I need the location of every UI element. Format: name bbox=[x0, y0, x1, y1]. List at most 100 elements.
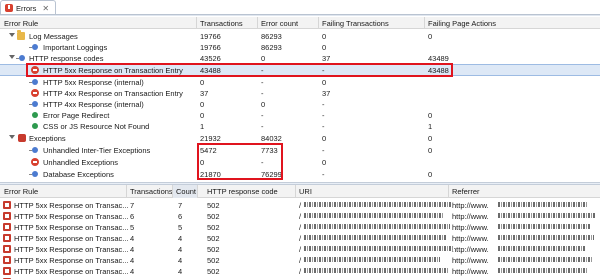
tree-label: HTTP 4xx Response on Transaction Entry bbox=[43, 89, 183, 98]
col-error-rule[interactable]: Error Rule bbox=[4, 19, 38, 28]
table-row[interactable]: HTTP 5xx Response on Transac...44502/htt… bbox=[0, 232, 600, 243]
table-row[interactable]: HTTP 5xx Response on Transac... 7 7 502/htt… bbox=[0, 199, 600, 210]
tree-label: Exceptions bbox=[29, 134, 66, 143]
rule-icon bbox=[29, 44, 38, 50]
ok-icon bbox=[32, 112, 38, 118]
cell-failing-transactions: 0 bbox=[322, 43, 327, 52]
expand-toggle-icon[interactable] bbox=[9, 135, 15, 139]
col-failing-page-actions[interactable]: Failing Page Actions bbox=[428, 19, 496, 28]
cell-http-response-code: 502 bbox=[207, 212, 220, 221]
column-divider[interactable] bbox=[448, 185, 449, 198]
col-transactions[interactable]: Transactions bbox=[130, 187, 173, 196]
expand-toggle-icon[interactable] bbox=[9, 33, 15, 37]
redacted-referrer bbox=[498, 224, 590, 229]
table-row[interactable]: HTTP 5xx Response on Transac...44502/htt… bbox=[0, 243, 600, 254]
errors-view-tab[interactable]: Errors ✕ bbox=[0, 0, 56, 15]
cell-failing-transactions: 0 bbox=[322, 134, 327, 143]
tree-row-database-exceptions[interactable]: Database Exceptions 21870 76299 - 0 bbox=[0, 169, 600, 179]
cell-transactions: 19766 bbox=[200, 43, 221, 52]
table-row[interactable]: HTTP 5xx Response on Transac...44502/htt… bbox=[0, 265, 600, 276]
tree-row-http-response-codes[interactable]: HTTP response codes 43526 0 37 43489 bbox=[0, 53, 600, 63]
redacted-referrer bbox=[498, 246, 586, 251]
col-http-response-code[interactable]: HTTP response code bbox=[207, 187, 278, 196]
column-divider[interactable] bbox=[295, 185, 296, 198]
tree-row-error-page-redirect[interactable]: Error Page Redirect 0 - - 0 bbox=[0, 110, 600, 120]
close-tab-icon[interactable]: ✕ bbox=[42, 4, 49, 13]
column-divider[interactable] bbox=[126, 185, 127, 198]
rule-icon bbox=[29, 147, 38, 153]
cell-referrer: http://www. bbox=[452, 245, 489, 254]
cell-failing-transactions: - bbox=[322, 122, 325, 131]
redacted-referrer bbox=[498, 202, 588, 207]
table-row[interactable]: HTTP 5xx Response on Transac... 6 6 502/htt… bbox=[0, 210, 600, 221]
cell-failing-page-actions: 0 bbox=[428, 32, 433, 41]
tree-row-exceptions[interactable]: Exceptions 21932 84032 0 0 bbox=[0, 133, 600, 143]
cell-http-response-code: 502 bbox=[207, 256, 220, 265]
cell-failing-transactions: 0 bbox=[322, 158, 327, 167]
cell-error-rule: HTTP 5xx Response on Transac... bbox=[14, 212, 129, 221]
tree-label: HTTP 5xx Response (internal) bbox=[43, 78, 144, 87]
cell-count: 6 bbox=[178, 212, 183, 221]
col-count[interactable]: Count bbox=[176, 187, 196, 196]
table-row[interactable]: HTTP 5xx Response on Transac...44502/htt… bbox=[0, 254, 600, 265]
tree-label: HTTP response codes bbox=[29, 54, 104, 63]
cell-http-response-code: 502 bbox=[207, 201, 220, 210]
cell-uri: / bbox=[299, 201, 302, 210]
cell-http-response-code: 502 bbox=[207, 267, 220, 276]
column-divider[interactable] bbox=[424, 17, 425, 29]
error-icon bbox=[3, 201, 11, 209]
cell-http-response-code: 502 bbox=[207, 234, 220, 243]
cell-http-response-code: 502 bbox=[207, 223, 220, 232]
col-transactions[interactable]: Transactions bbox=[200, 19, 243, 28]
cell-failing-page-actions: 0 bbox=[428, 170, 433, 179]
ok-icon bbox=[32, 123, 38, 129]
cell-count: 4 bbox=[178, 267, 183, 276]
col-error-count[interactable]: Error count bbox=[261, 19, 298, 28]
cell-error-rule: HTTP 5xx Response on Transac... bbox=[14, 223, 129, 232]
tree-row-log-messages[interactable]: Log Messages 19766 86293 0 0 bbox=[0, 30, 600, 41]
tree-row-css-js-not-found[interactable]: CSS or JS Resource Not Found 1 - - 1 bbox=[0, 121, 600, 131]
tree-row-unhandled-exceptions[interactable]: Unhandled Exceptions 0 - 0 bbox=[0, 157, 600, 167]
col-error-rule[interactable]: Error Rule bbox=[4, 187, 38, 196]
folder-icon bbox=[17, 30, 25, 40]
error-icon bbox=[31, 158, 39, 166]
errors-tab-icon bbox=[5, 4, 13, 12]
cell-uri: / bbox=[299, 267, 302, 276]
highlight-box-5xx-row bbox=[26, 63, 453, 77]
cell-failing-transactions: 37 bbox=[322, 89, 331, 98]
cell-error-rule: HTTP 5xx Response on Transac... bbox=[14, 234, 129, 243]
tree-row-unhandled-inter-tier[interactable]: Unhandled Inter-Tier Exceptions 5472 773… bbox=[0, 145, 600, 155]
cell-transactions: 0 bbox=[200, 100, 205, 109]
cell-failing-page-actions: 1 bbox=[428, 122, 433, 131]
col-uri[interactable]: URI bbox=[299, 187, 312, 196]
tree-row-http-4xx-internal[interactable]: HTTP 4xx Response (internal) 0 0 - bbox=[0, 99, 600, 109]
tree-row-http-4xx-entry[interactable]: HTTP 4xx Response on Transaction Entry 3… bbox=[0, 88, 600, 98]
cell-error-count: 0 bbox=[261, 100, 266, 109]
error-icon bbox=[3, 234, 11, 242]
error-icon bbox=[3, 256, 11, 264]
cell-transactions: 21932 bbox=[200, 134, 221, 143]
expand-toggle-icon[interactable] bbox=[9, 55, 15, 59]
cell-count: 4 bbox=[178, 234, 183, 243]
cell-referrer: http://www. bbox=[452, 234, 489, 243]
redacted-uri bbox=[304, 246, 454, 251]
tree-row-important-loggings[interactable]: Important Loggings 19766 86293 0 bbox=[0, 42, 600, 52]
cell-error-count: 86293 bbox=[261, 32, 282, 41]
cell-referrer: http://www. bbox=[452, 256, 489, 265]
cell-uri: / bbox=[299, 223, 302, 232]
cell-transactions: 4 bbox=[130, 234, 135, 243]
col-referrer[interactable]: Referrer bbox=[452, 187, 480, 196]
redacted-uri bbox=[304, 257, 440, 262]
column-divider[interactable] bbox=[257, 17, 258, 29]
redacted-referrer bbox=[498, 213, 596, 218]
column-divider[interactable] bbox=[318, 17, 319, 29]
table-row[interactable]: HTTP 5xx Response on Transac... 5 5 502/htt… bbox=[0, 221, 600, 232]
tree-row-http-5xx-internal[interactable]: HTTP 5xx Response (internal) 0 - 0 bbox=[0, 77, 600, 87]
column-divider[interactable] bbox=[197, 185, 198, 198]
col-failing-transactions[interactable]: Failing Transactions bbox=[322, 19, 389, 28]
column-divider[interactable] bbox=[196, 17, 197, 29]
cell-transactions: 1 bbox=[200, 122, 205, 131]
cell-uri: / bbox=[299, 234, 302, 243]
cell-error-rule: HTTP 5xx Response on Transac... bbox=[14, 245, 129, 254]
cell-error-count: 0 bbox=[261, 54, 266, 63]
